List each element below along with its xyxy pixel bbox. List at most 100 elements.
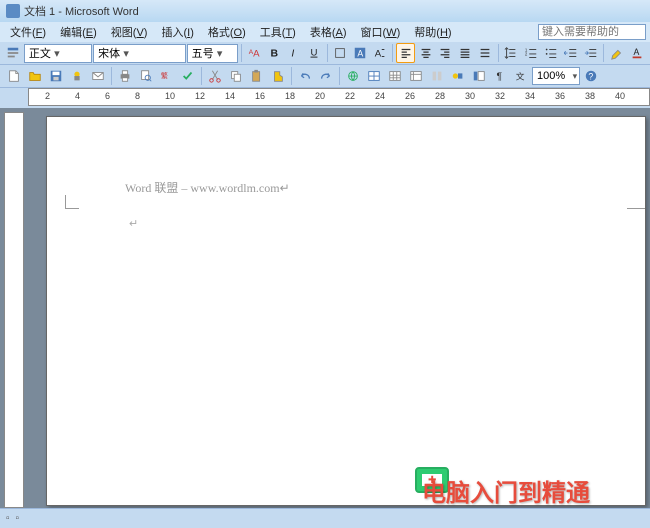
numbered-list-button[interactable]: 12 [522, 43, 541, 63]
menu-file[interactable]: 文件(F) [4, 22, 52, 42]
svg-text:¶: ¶ [497, 71, 503, 83]
spelling-button[interactable]: 繁 [157, 66, 177, 86]
header-text[interactable]: Word 联盟 – www.wordlm.com↵ [125, 179, 290, 196]
menu-format[interactable]: 格式(O) [202, 22, 252, 42]
ruler-tick: 4 [75, 91, 80, 101]
horizontal-ruler[interactable]: 246810121416182022242628303234363840 [28, 88, 650, 106]
help-search-input[interactable] [538, 24, 646, 40]
ruler-tick: 26 [405, 91, 415, 101]
document-page[interactable]: Word 联盟 – www.wordlm.com↵ ↵ [46, 116, 646, 506]
ruler-tick: 22 [345, 91, 355, 101]
svg-text:U: U [311, 48, 318, 59]
italic-button[interactable]: I [285, 43, 304, 63]
style-pane-icon[interactable] [4, 43, 23, 63]
help-icon[interactable]: ? [581, 66, 601, 86]
ruler-tick: 38 [585, 91, 595, 101]
highlight-button[interactable] [607, 43, 626, 63]
hyperlink-button[interactable] [343, 66, 363, 86]
watermark-text: 电脑入门到精通 [422, 473, 590, 508]
font-combo[interactable]: 宋体▾ [93, 44, 186, 63]
chinese-punct-button[interactable]: 文 [511, 66, 531, 86]
insert-table-button[interactable] [385, 66, 405, 86]
justify-button[interactable] [456, 43, 475, 63]
border-button[interactable] [330, 43, 349, 63]
ruler-tick: 12 [195, 91, 205, 101]
undo-button[interactable] [295, 66, 315, 86]
chevron-down-icon[interactable]: ▾ [214, 47, 226, 60]
char-shading-button[interactable]: A [350, 43, 369, 63]
header-margin-marker-right [627, 195, 645, 209]
save-button[interactable] [46, 66, 66, 86]
print-preview-button[interactable] [136, 66, 156, 86]
menu-help[interactable]: 帮助(H) [408, 22, 457, 42]
ruler-horizontal-area: 246810121416182022242628303234363840 [0, 88, 650, 108]
menu-tools[interactable]: 工具(T) [254, 22, 302, 42]
align-center-button[interactable] [416, 43, 435, 63]
doc-map-button[interactable] [469, 66, 489, 86]
underline-button[interactable]: U [305, 43, 324, 63]
font-color-button[interactable]: A [627, 43, 646, 63]
char-scaling-button[interactable]: A [370, 43, 389, 63]
ruler-tick: 18 [285, 91, 295, 101]
cut-button[interactable] [205, 66, 225, 86]
ruler-tick: 14 [225, 91, 235, 101]
open-button[interactable] [25, 66, 45, 86]
distribute-button[interactable] [476, 43, 495, 63]
menu-edit[interactable]: 编辑(E) [54, 22, 103, 42]
ruler-tick: 8 [135, 91, 140, 101]
ruler-tick: 24 [375, 91, 385, 101]
vertical-ruler[interactable] [4, 112, 24, 508]
header-margin-marker-left [65, 195, 79, 209]
title-bar: 文档 1 - Microsoft Word [0, 0, 650, 22]
new-document-button[interactable] [4, 66, 24, 86]
view-layout-icon[interactable]: ▫ [16, 513, 20, 524]
svg-text:B: B [271, 48, 279, 60]
excel-button[interactable] [406, 66, 426, 86]
show-hide-button[interactable]: ¶ [490, 66, 510, 86]
ruler-tick: 28 [435, 91, 445, 101]
ruler-tick: 36 [555, 91, 565, 101]
word-app-icon [6, 4, 20, 18]
chevron-down-icon[interactable]: ▾ [51, 47, 63, 60]
menu-insert[interactable]: 插入(I) [155, 22, 199, 42]
formatting-toolbar: 正文▾ 宋体▾ 五号▾ ᴬA B I U A A 12 A [0, 42, 650, 65]
format-painter-button[interactable] [268, 66, 288, 86]
redo-button[interactable] [316, 66, 336, 86]
ruler-tick: 40 [615, 91, 625, 101]
window-title: 文档 1 - Microsoft Word [24, 3, 139, 19]
status-bar: ▫ ▫ [0, 508, 650, 528]
menu-bar: 文件(F) 编辑(E) 视图(V) 插入(I) 格式(O) 工具(T) 表格(A… [0, 22, 650, 42]
paste-button[interactable] [247, 66, 267, 86]
menu-window[interactable]: 窗口(W) [355, 22, 407, 42]
increase-indent-button[interactable] [581, 43, 600, 63]
tables-borders-button[interactable] [364, 66, 384, 86]
style-combo[interactable]: 正文▾ [24, 44, 92, 63]
email-button[interactable] [88, 66, 108, 86]
paragraph-mark: ↵ [129, 217, 138, 230]
svg-text:2: 2 [525, 52, 528, 57]
zoom-combo[interactable]: 100% [532, 67, 580, 85]
font-size-combo[interactable]: 五号▾ [187, 44, 238, 63]
line-spacing-button[interactable] [502, 43, 521, 63]
align-right-button[interactable] [436, 43, 455, 63]
bold-button[interactable]: B [265, 43, 284, 63]
columns-button[interactable] [427, 66, 447, 86]
align-left-button[interactable] [396, 43, 415, 63]
print-button[interactable] [115, 66, 135, 86]
menu-table[interactable]: 表格(A) [304, 22, 353, 42]
pinyin-icon[interactable]: ᴬA [245, 43, 264, 63]
svg-text:A: A [633, 47, 639, 57]
research-button[interactable] [178, 66, 198, 86]
ruler-tick: 32 [495, 91, 505, 101]
decrease-indent-button[interactable] [561, 43, 580, 63]
menu-view[interactable]: 视图(V) [105, 22, 154, 42]
bullet-list-button[interactable] [542, 43, 561, 63]
ruler-tick: 10 [165, 91, 175, 101]
ruler-tick: 30 [465, 91, 475, 101]
copy-button[interactable] [226, 66, 246, 86]
drawing-button[interactable] [448, 66, 468, 86]
ruler-tick: 34 [525, 91, 535, 101]
view-normal-icon[interactable]: ▫ [6, 513, 10, 524]
chevron-down-icon[interactable]: ▾ [120, 47, 132, 60]
permission-button[interactable] [67, 66, 87, 86]
